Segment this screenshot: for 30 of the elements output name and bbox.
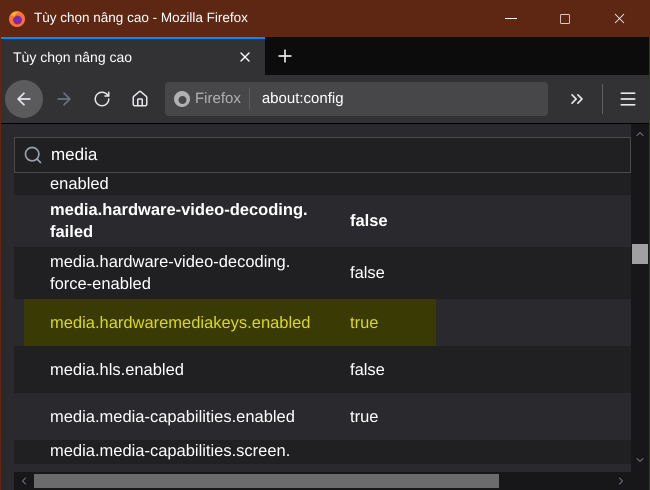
browser-tab[interactable]: Tùy chọn nâng cao <box>1 37 265 75</box>
minimize-icon <box>505 18 517 19</box>
pref-value: false <box>350 211 388 232</box>
scroll-thumb[interactable] <box>632 244 648 264</box>
reload-icon <box>93 90 111 108</box>
pref-name: media.media-capabilities.enabled <box>50 406 296 428</box>
pref-name: media.hardware-video-decoding. failed <box>50 200 309 243</box>
pref-name: media.hardware-video-decoding. force-enabled <box>50 252 292 295</box>
horizontal-scrollbar[interactable] <box>14 472 631 490</box>
pref-name: media.hls.enabled <box>50 360 185 380</box>
scroll-thumb[interactable] <box>34 474 499 488</box>
pref-name: media.media-capabilities.screen. <box>50 441 292 462</box>
identity-label: Firefox <box>195 88 250 110</box>
search-icon <box>23 145 43 165</box>
search-field[interactable]: media <box>14 137 631 173</box>
pref-value: true <box>350 406 378 428</box>
firefox-logo-icon <box>8 10 26 28</box>
firefox-logo-icon <box>173 90 191 108</box>
pref-value: true <box>350 312 378 334</box>
pref-value: false <box>350 263 385 284</box>
pref-value: false <box>350 360 385 380</box>
pref-name: enabled <box>50 174 110 195</box>
address-bar[interactable]: Firefox about:config <box>165 82 548 116</box>
url-text: about:config <box>260 88 344 109</box>
vertical-scrollbar[interactable] <box>631 124 649 490</box>
pref-name: media.hardwaremediakeys.enabled <box>50 312 312 334</box>
maximize-icon <box>559 12 571 24</box>
back-button[interactable] <box>5 80 43 118</box>
home-icon <box>131 90 149 108</box>
window-title: Tùy chọn nâng cao - Mozilla Firefox <box>34 9 249 28</box>
